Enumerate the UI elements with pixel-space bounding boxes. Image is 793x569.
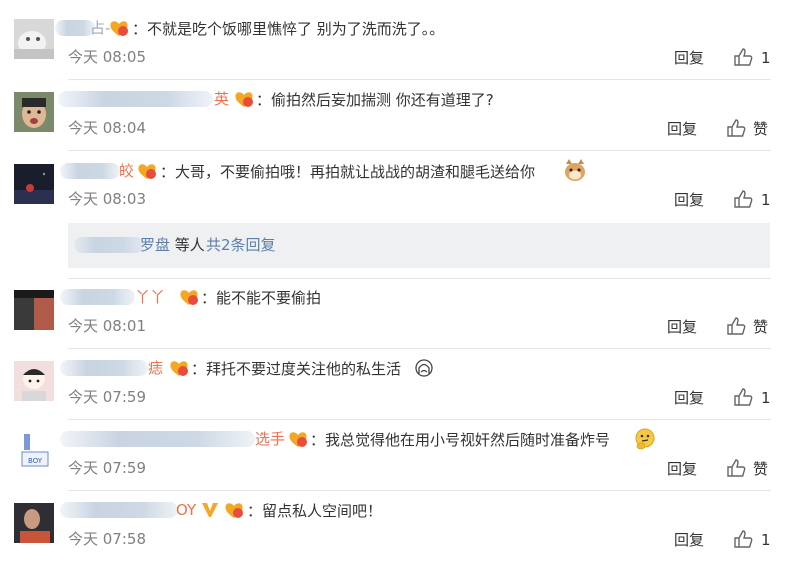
like-icon[interactable] — [733, 387, 753, 407]
sub-reply-suffix: 等人 — [170, 236, 210, 254]
like-count[interactable]: 1 — [761, 48, 771, 68]
comment-text: ：不就是吃个饭哪里憔悴了 别为了洗而洗了。。 — [132, 20, 445, 38]
like-icon[interactable] — [733, 189, 753, 209]
view-all-replies-link[interactable]: 共2条回复 — [206, 235, 276, 255]
fan-badge-icon — [138, 164, 156, 179]
reply-button[interactable]: 回复 — [667, 119, 697, 139]
divider — [68, 490, 771, 491]
username-blurred[interactable] — [60, 360, 148, 376]
reply-button[interactable]: 回复 — [667, 317, 697, 337]
fan-badge-icon — [235, 92, 253, 107]
username-blurred[interactable] — [58, 91, 213, 107]
like-count[interactable]: 1 — [761, 190, 771, 210]
like-icon[interactable] — [726, 118, 746, 138]
reply-button[interactable]: 回复 — [667, 459, 697, 479]
divider — [68, 150, 771, 151]
fan-badge-icon — [225, 503, 243, 518]
like-count[interactable]: 1 — [761, 388, 771, 408]
username-tail[interactable]: 皎 — [119, 161, 134, 181]
like-count[interactable]: 1 — [761, 530, 771, 550]
fan-badge-icon — [110, 21, 128, 36]
username-tail[interactable]: 痣 — [148, 358, 163, 378]
avatar[interactable] — [14, 92, 54, 132]
username-tail[interactable]: 丫丫 — [135, 287, 165, 307]
username-blurred[interactable] — [74, 237, 144, 253]
like-button-label[interactable]: 赞 — [753, 459, 768, 479]
like-button-label[interactable]: 赞 — [753, 317, 768, 337]
comment-text: ：偷拍然后妄加揣测 你还有道理了? — [256, 91, 494, 109]
comment-time: 今天 07:58 — [68, 530, 146, 548]
comment-time: 今天 08:01 — [68, 317, 146, 335]
reply-button[interactable]: 回复 — [674, 190, 704, 210]
username-blurred[interactable] — [60, 289, 135, 305]
avatar[interactable] — [14, 164, 54, 204]
sub-reply-username-tail[interactable]: 罗盘 — [140, 235, 170, 255]
comment-time: 今天 08:04 — [68, 119, 146, 137]
divider — [68, 419, 771, 420]
comment-text: ：我总觉得他在用小号视奸然后随时准备炸号 — [310, 431, 611, 449]
comment-time: 今天 07:59 — [68, 388, 146, 406]
comment-time: 今天 08:05 — [68, 48, 146, 66]
divider — [68, 348, 771, 349]
reply-button[interactable]: 回复 — [674, 48, 704, 68]
cat-emoji-icon — [565, 159, 585, 181]
avatar[interactable] — [14, 19, 54, 59]
avatar[interactable] — [14, 290, 54, 330]
avatar[interactable]: BOY — [14, 432, 54, 472]
like-icon[interactable] — [726, 458, 746, 478]
comment-text: ：留点私人空间吧！ — [247, 502, 383, 520]
like-icon[interactable] — [726, 316, 746, 336]
username-tail[interactable]: 选手 — [255, 429, 285, 449]
username-blurred[interactable] — [60, 163, 120, 179]
username-blurred[interactable] — [60, 502, 178, 518]
comment-text: ：能不能不要偷拍 — [201, 289, 322, 307]
like-icon[interactable] — [733, 47, 753, 67]
fan-badge-icon — [289, 432, 307, 447]
avatar[interactable] — [14, 503, 54, 543]
fan-badge-icon — [180, 290, 198, 305]
fan-badge-icon — [170, 361, 188, 376]
divider — [68, 79, 771, 80]
verified-v-icon — [202, 503, 218, 517]
avatar[interactable] — [14, 361, 54, 401]
username-blurred[interactable] — [55, 20, 95, 36]
sub-replies-box[interactable]: 罗盘 等人 共2条回复 — [68, 223, 770, 268]
sad-face-emoji-icon — [415, 359, 433, 377]
username-blurred[interactable] — [60, 431, 255, 447]
comment-text: ：大哥，不要偷拍哦！再拍就让战战的胡渣和腿毛送给你 — [160, 163, 536, 181]
username-tail[interactable]: 英 — [214, 89, 229, 109]
username-tail[interactable]: OY — [176, 500, 196, 520]
like-icon[interactable] — [733, 529, 753, 549]
comment-time: 今天 08:03 — [68, 190, 146, 208]
like-button-label[interactable]: 赞 — [753, 119, 768, 139]
reply-button[interactable]: 回复 — [674, 388, 704, 408]
comment-time: 今天 07:59 — [68, 459, 146, 477]
thinking-emoji-icon — [635, 428, 655, 450]
comment-text: ：拜托不要过度关注他的私生活 — [191, 360, 402, 378]
reply-button[interactable]: 回复 — [674, 530, 704, 550]
divider — [68, 278, 771, 279]
svg-text:BOY: BOY — [28, 457, 43, 465]
